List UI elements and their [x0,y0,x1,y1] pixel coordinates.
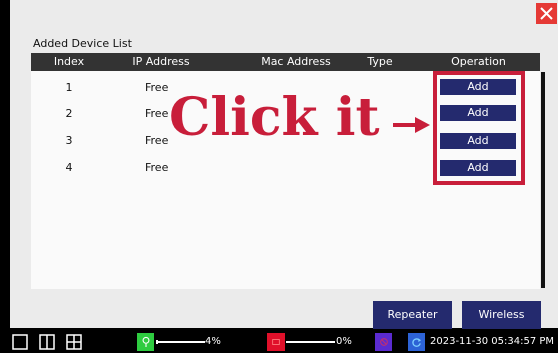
taskbar: 4% 0% 2023-11-30 05:34:57 PM [0,331,558,353]
column-header-ip: IP Address [132,55,190,68]
storage-bar-fill [156,340,158,344]
column-header-operation: Operation [451,55,506,68]
row-index: 3 [65,134,73,147]
row-ip-address: Free [145,161,169,174]
record-icon [267,333,285,351]
app-window: Added Device List Index IP Address Mac A… [0,0,558,353]
dual-view-icon[interactable] [39,334,55,350]
row-index: 4 [65,161,73,174]
record-percent: 0% [336,336,352,347]
column-header-mac: Mac Address [261,55,331,68]
close-icon [540,7,553,20]
repeater-button[interactable]: Repeater [373,301,452,329]
wireless-status-button[interactable]: Wireless status [462,301,541,349]
arrow-right-icon [393,117,430,133]
row-index: 1 [65,81,73,94]
table-header: Index IP Address Mac Address Type Operat… [31,53,540,71]
table-scrollbar[interactable] [541,72,545,288]
location-pin-icon [137,333,154,351]
single-view-icon[interactable] [12,334,28,350]
click-it-annotation: Click it [169,87,380,148]
highlight-box [433,71,525,185]
no-signal-icon [375,333,392,351]
column-header-type: Type [367,55,393,68]
device-list-title: Added Device List [33,37,132,50]
record-bar [286,341,335,343]
refresh-icon [408,333,425,351]
datetime-display: 2023-11-30 05:34:57 PM [430,336,555,347]
row-index: 2 [65,107,73,120]
storage-bar [156,340,205,344]
storage-percent: 4% [205,336,221,347]
quad-view-icon[interactable] [66,334,82,350]
close-button[interactable] [536,3,557,24]
column-header-index: Index [53,55,85,68]
